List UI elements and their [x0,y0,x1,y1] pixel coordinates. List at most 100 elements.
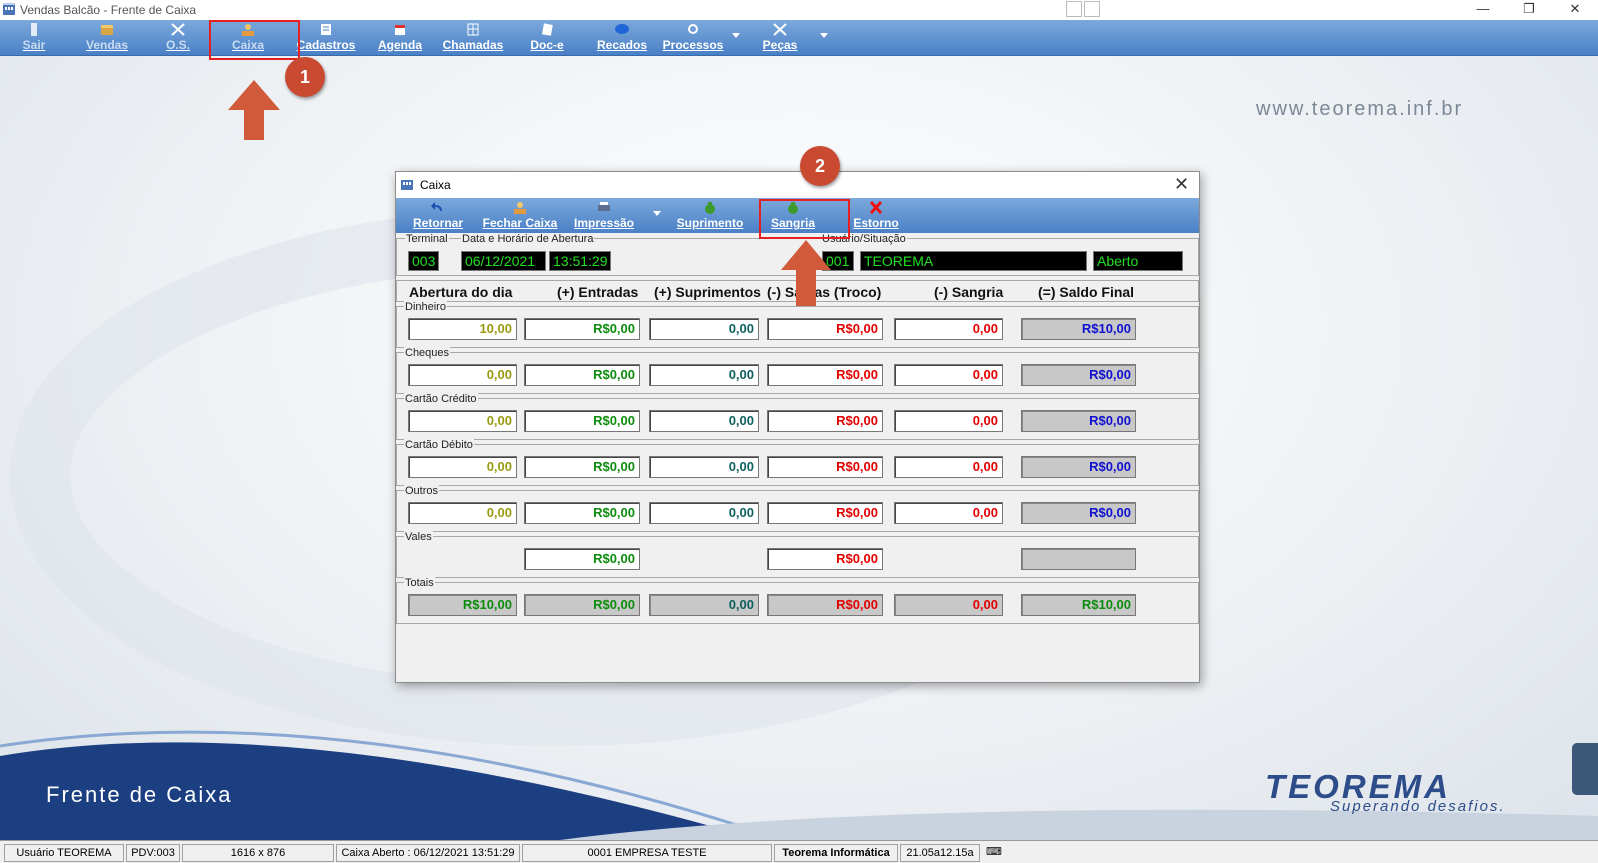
value-field: R$10,00 [408,594,517,616]
col-suprimentos: (+) Suprimentos [654,284,761,300]
value-field[interactable]: 0,00 [408,410,517,432]
value-field[interactable]: R$0,00 [767,456,883,478]
row-label: Dinheiro [404,301,447,313]
toolbar-label: Cadastros [296,38,356,52]
undo-icon [431,202,442,211]
toolbar-pecas-button[interactable]: Peças [758,20,802,56]
document-icon [542,23,553,36]
value-field[interactable]: 0,00 [649,410,759,432]
value-field: R$0,00 [767,594,883,616]
restore-button[interactable]: ❐ [1506,0,1552,20]
expand-icon[interactable] [1084,1,1100,17]
status-resolution: 1616 x 876 [182,844,334,862]
grid-icon[interactable] [1066,1,1082,17]
toolbar-label: Vendas [85,38,129,52]
value-field[interactable]: R$0,00 [524,548,640,570]
exit-icon [31,23,37,36]
dialog-close-icon[interactable]: ✕ [1174,174,1189,195]
impressao-button[interactable]: Impressão [572,198,636,233]
box-icon [101,25,113,35]
toolbar-vendas-button[interactable]: Vendas [80,20,134,56]
toolbar-processos-button[interactable]: Processos [660,20,726,56]
window-title: Vendas Balcão - Frente de Caixa [20,3,197,17]
value-field[interactable]: 0,00 [408,456,517,478]
row-label: Cartão Crédito [404,393,478,405]
estorno-button[interactable]: Estorno [848,198,904,233]
value-field[interactable]: 0,00 [649,318,759,340]
toolbar-chamadas-button[interactable]: Chamadas [440,20,506,56]
value-field[interactable]: R$0,00 [524,364,640,386]
value-field[interactable]: 0,00 [408,502,517,524]
value-field[interactable]: 0,00 [649,456,759,478]
suprimento-button[interactable]: Suprimento [674,198,746,233]
value-field[interactable]: R$0,00 [524,410,640,432]
toolbar-label: Fechar Caixa [482,216,558,230]
teorema-slogan: Superando desafios. [1330,798,1506,815]
side-panel-tab[interactable] [1572,743,1598,795]
value-field[interactable]: R$0,00 [524,456,640,478]
annotation-arrow-up-icon [228,80,280,140]
value-field[interactable]: 0,00 [649,502,759,524]
status-version: 21.05a12.15a [900,844,980,862]
status-pdv: PDV:003 [126,844,180,862]
value-field[interactable]: 0,00 [894,364,1003,386]
tools-icon [171,23,185,36]
toolbar-sair-button[interactable]: Sair [12,20,56,56]
value-field[interactable]: 0,00 [894,502,1003,524]
row-label: Cheques [404,347,451,359]
processos-dropdown-arrow[interactable] [732,33,740,38]
value-field[interactable]: R$0,00 [767,548,883,570]
toolbar-label: Sair [22,38,46,52]
close-button[interactable]: ✕ [1552,0,1598,20]
website-url: www.teorema.inf.br [1256,98,1464,120]
annotation-badge-1: 1 [285,57,325,97]
minimize-button[interactable]: — [1460,0,1506,20]
impressao-dropdown-arrow[interactable] [653,211,661,216]
gear-icon [688,24,698,34]
annotation-arrow-up-icon [781,240,831,306]
chevron-down-icon[interactable] [1102,1,1118,17]
toolbar-label: Recados [596,38,648,52]
col-abertura: Abertura do dia [409,284,513,300]
value-field[interactable]: R$0,00 [767,410,883,432]
value-field: R$0,00 [1021,364,1136,386]
pecas-dropdown-arrow[interactable] [820,33,828,38]
col-sangria: (-) Sangria [934,284,1004,300]
toolbar-agenda-button[interactable]: Agenda [372,20,428,56]
value-field[interactable]: 0,00 [649,364,759,386]
toolbar-cadastros-button[interactable]: Cadastros [294,20,358,56]
red-x-icon [869,201,883,214]
value-field[interactable]: R$0,00 [524,502,640,524]
value-field: 0,00 [649,594,759,616]
value-field[interactable]: 0,00 [894,318,1003,340]
toolbar-doc-e-button[interactable]: Doc-e [522,20,572,56]
abertura-time: 13:51:29 [549,251,611,271]
toolbar-recados-button[interactable]: Recados [592,20,652,56]
value-field[interactable]: 0,00 [894,456,1003,478]
chat-icon [615,24,629,34]
toolbar-label: Retornar [412,216,463,230]
value-field: R$0,00 [1021,456,1136,478]
keyboard-icon: ⌨ [986,846,1002,858]
value-field [1021,548,1136,570]
toolbar-label: Agenda [377,38,422,52]
value-field[interactable]: 0,00 [894,410,1003,432]
value-field[interactable]: R$0,00 [767,364,883,386]
toolbar-os-button[interactable]: O.S. [158,20,198,56]
form-icon [321,24,331,35]
value-field: R$10,00 [1021,318,1136,340]
value-field: R$0,00 [1021,410,1136,432]
toolbar-label: Doc-e [530,38,564,52]
toolbar-label: Suprimento [676,216,744,230]
window-tools[interactable] [1066,1,1120,18]
usuario-status: Aberto [1093,251,1183,271]
value-field[interactable]: 10,00 [408,318,517,340]
toolbar-label: Impressão [573,216,635,230]
value-field[interactable]: R$0,00 [767,318,883,340]
row-label: Outros [404,485,440,497]
value-field[interactable]: R$0,00 [767,502,883,524]
retornar-button[interactable]: Retornar [410,198,466,233]
value-field[interactable]: R$0,00 [524,318,640,340]
value-field[interactable]: 0,00 [408,364,517,386]
fechar-caixa-button[interactable]: Fechar Caixa [482,198,558,233]
